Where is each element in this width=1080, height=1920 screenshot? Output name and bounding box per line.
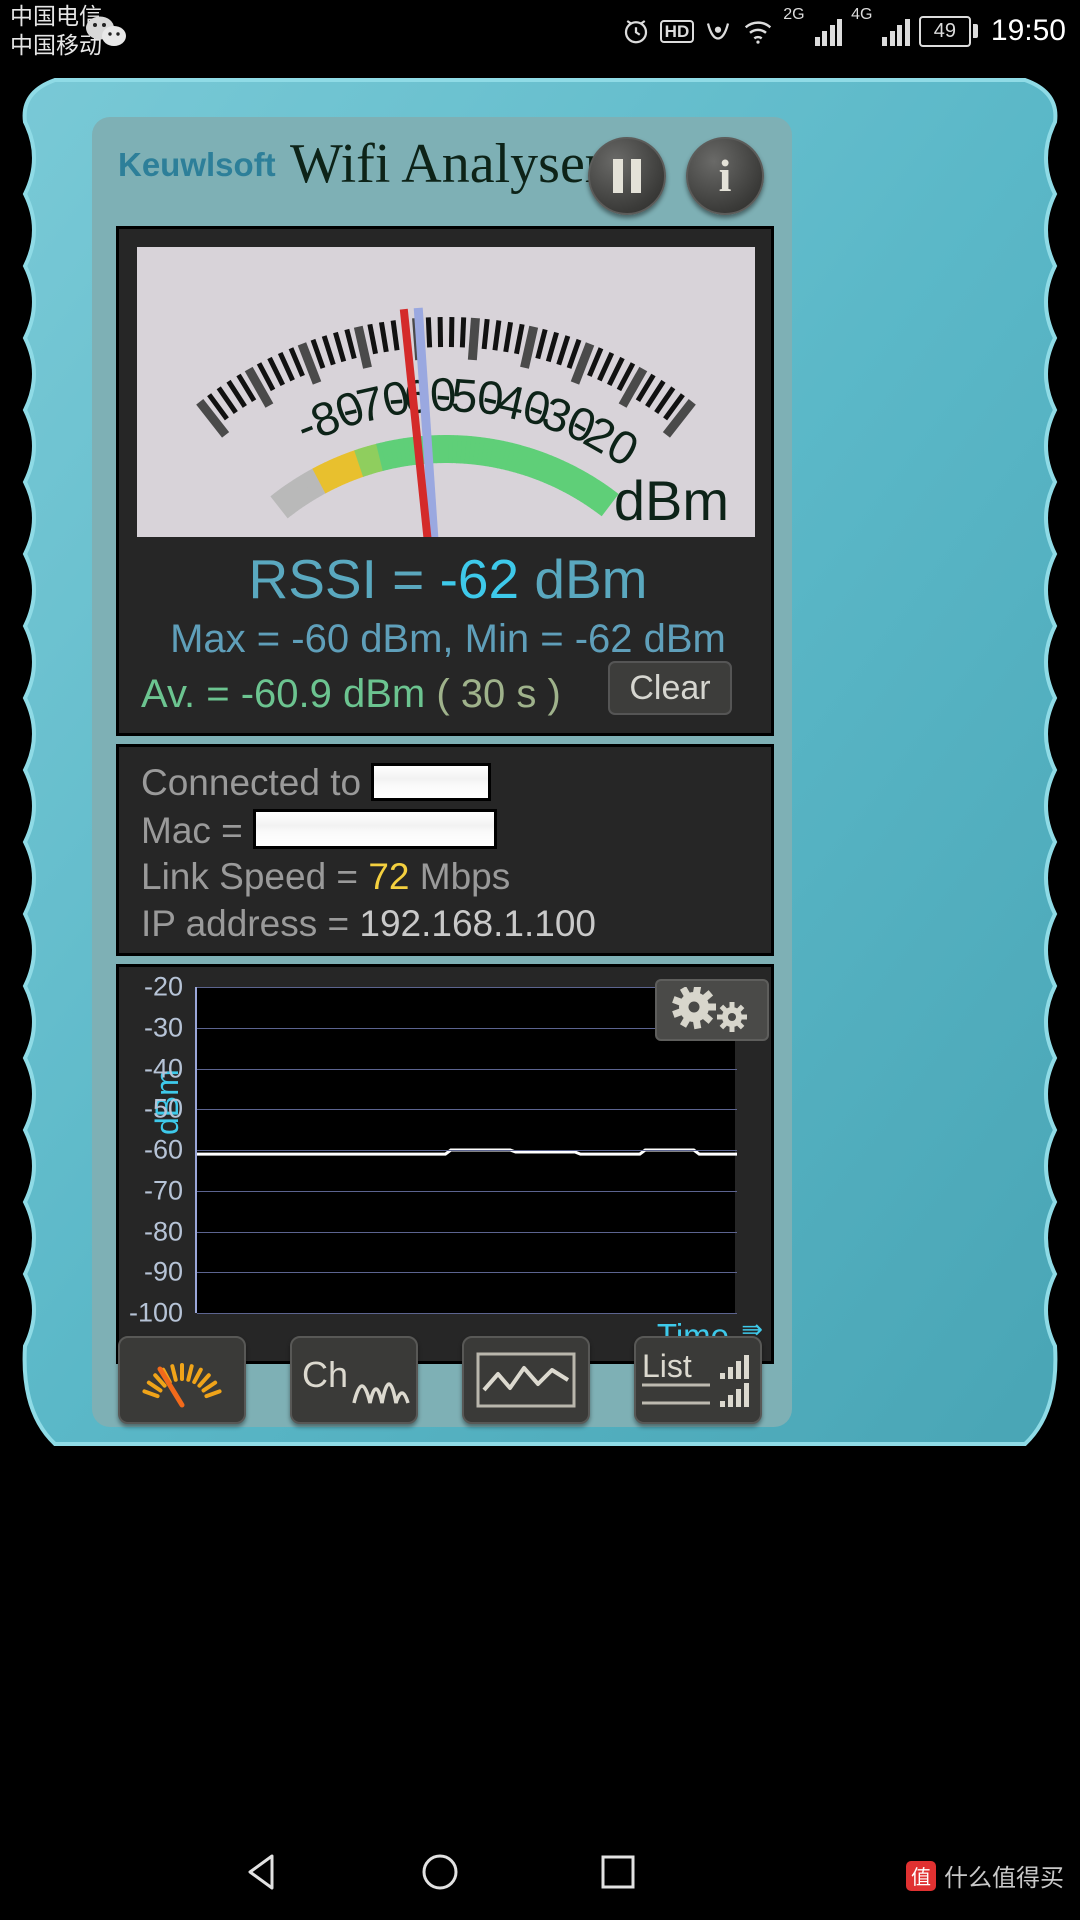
svg-text:List: List [642,1348,692,1384]
home-circle-icon[interactable] [418,1850,462,1894]
analog-gauge: -80-70-60-50-40-30-20 dBm [137,247,755,537]
average-value: Av. = -60.9 dBm [141,672,437,716]
link-speed-row: Link Speed = 72 Mbps [141,856,510,898]
eye-icon [703,16,733,46]
gauge-unit-label: dBm [613,469,729,532]
ssid-redaction [371,763,492,801]
pause-icon [613,159,641,193]
toolbar-channel-button[interactable]: Ch [290,1336,418,1424]
rssi-prefix: RSSI = [248,548,440,610]
rssi-minmax: Max = -60 dBm, Min = -62 dBm [170,617,726,661]
chart-settings-button[interactable] [655,979,769,1041]
watermark-mark: 值 [906,1860,936,1891]
link-speed-value: 72 [368,856,410,897]
gridline [197,1150,737,1151]
page-title: Wifi Analyser [290,133,604,195]
status-clock: 19:50 [990,14,1066,47]
toolbar-meter-button[interactable] [118,1336,246,1424]
mac-row: Mac = [141,809,498,852]
android-nav-bar: 值 什么值得买 [0,1824,1080,1920]
wechat-icon [86,16,126,46]
signal-bars-icon: List [642,1348,749,1407]
channel-hills-icon: Ch [302,1354,410,1404]
battery-level: 49 [918,15,971,47]
alarm-icon [621,16,651,46]
average-window: ( 30 s ) [436,672,561,716]
status-icons: HD 2G 4G 49 19:50 [621,0,1066,62]
watermark-text: 什么值得买 [944,1865,1064,1892]
view-toolbar: Ch List [100,1330,790,1450]
network-2g-label: 2G [783,6,805,23]
clear-button[interactable]: Clear [608,661,732,715]
wifi-analyser-app: Keuwlsoft Wifi Analyser i -80-70-60-50-4… [100,122,790,1422]
toolbar-graph-button[interactable] [462,1336,590,1424]
rssi-chart-panel: dBm -20-30-40-50-60-70-80-90-100 [116,964,774,1364]
watermark: 值 什么值得买 [906,1858,1064,1893]
gridline [197,1313,737,1314]
rssi-readout: RSSI = -62 dBm [119,547,777,611]
gauge-color-arc [270,434,619,519]
gridline [197,1068,737,1070]
connected-label: Connected to [141,762,362,803]
pause-button[interactable] [588,137,666,215]
chart-y-tick: -100 [128,1297,183,1328]
android-status-bar: 中国电信 中国移动 HD 2G 4G 49 19:50 [0,0,1080,62]
info-button[interactable]: i [686,137,764,215]
connected-ssid-row: Connected to [141,762,492,804]
app-header: Keuwlsoft Wifi Analyser i [100,122,790,222]
battery-icon: 49 [918,15,978,47]
app-root: Keuwlsoft Wifi Analyser i -80-70-60-50-4… [0,62,1080,1824]
chart-y-tick: -30 [143,1012,183,1043]
chart-y-tick: -40 [143,1053,183,1083]
svg-text:Ch: Ch [302,1354,348,1395]
network-4g-label: 4G [851,6,873,23]
line-graph-icon [476,1352,576,1408]
gridline [197,1272,737,1274]
brand-label: Keuwlsoft [118,146,276,183]
chart-y-tick: -90 [143,1256,183,1287]
recents-square-icon[interactable] [596,1850,640,1894]
mac-label: Mac = [141,810,243,851]
hd-icon: HD [659,19,695,43]
battery-tip [972,24,978,38]
link-speed-label: Link Speed = [141,856,369,897]
gauge-icon [142,1363,222,1408]
mac-redaction [253,809,498,849]
signal-2g-icon [814,16,843,46]
ip-label: IP address = [141,903,360,944]
gridline [197,1109,737,1111]
chart-y-tick: -60 [143,1134,183,1165]
gridline [197,1190,737,1192]
link-speed-unit: Mbps [409,856,511,897]
toolbar-list-button[interactable]: List [634,1336,762,1424]
info-icon: i [718,150,732,201]
gears-icon [672,987,747,1032]
chart-y-tick: -50 [143,1093,183,1124]
gridline [197,1231,737,1233]
rssi-panel: -80-70-60-50-40-30-20 dBm RSSI = -62 dBm… [116,226,774,736]
ip-address-row: IP address = 192.168.1.100 [141,903,596,945]
connection-info-panel: Connected to Mac = Link Speed = 72 Mbps … [116,744,774,956]
chart-plot-area[interactable] [195,987,737,1314]
back-triangle-icon[interactable] [242,1850,286,1894]
rssi-value: -62 [439,548,520,610]
rssi-average: Av. = -60.9 dBm ( 30 s ) [141,672,561,717]
chart-y-tick: -80 [143,1216,183,1246]
rssi-unit: dBm [519,548,648,610]
signal-4g-icon [882,16,910,46]
ip-value: 192.168.1.100 [359,903,596,944]
chart-y-tick: -20 [143,971,183,1002]
wifi-icon [742,16,774,46]
chart-y-tick: -70 [143,1175,183,1206]
